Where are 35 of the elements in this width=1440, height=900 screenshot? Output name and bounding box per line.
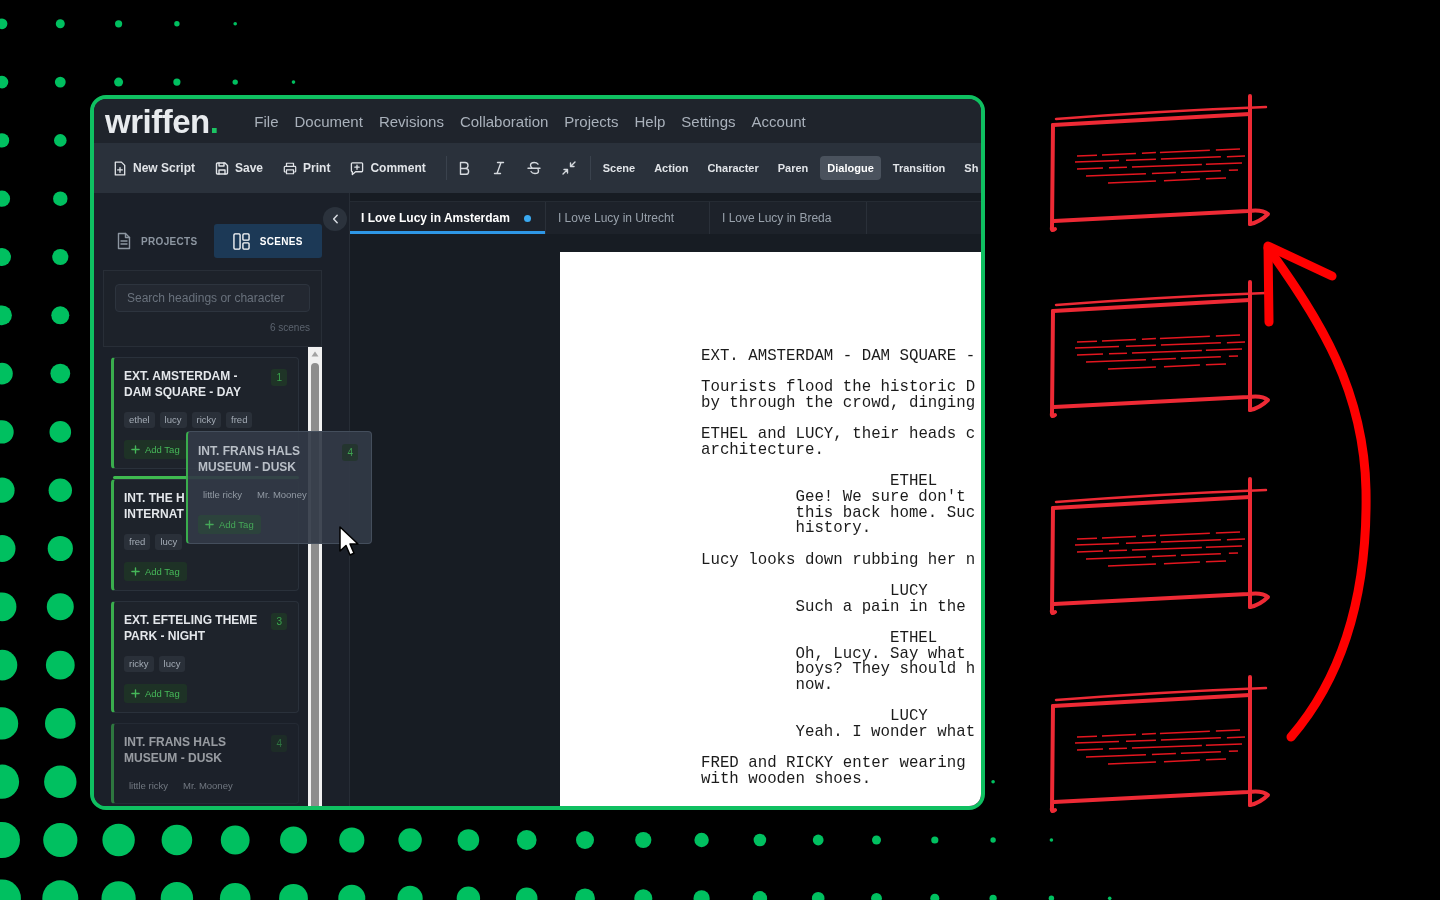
character-tag: Mr. Mooney bbox=[252, 487, 312, 503]
logo: wriffen. bbox=[105, 104, 219, 138]
scene-number: 4 bbox=[342, 444, 358, 461]
character-tag: lucy bbox=[155, 534, 183, 550]
character-name: ETHEL bbox=[890, 474, 938, 490]
character-tag: Mr. Mooney bbox=[178, 778, 238, 794]
scene-number: 3 bbox=[271, 613, 287, 630]
scene-number: 1 bbox=[271, 369, 287, 386]
scene-number: 4 bbox=[271, 735, 287, 752]
character-tag: fred bbox=[226, 412, 253, 428]
dialogue-text: Such a pain in the bbox=[795, 599, 966, 616]
action-text: Lucy looks down rubbing her n bbox=[701, 552, 976, 569]
character-tag: ricky bbox=[124, 656, 154, 672]
character-tag: little ricky bbox=[124, 778, 174, 794]
scene-title: INT. FRANS HALS MUSEUM - DUSK bbox=[124, 734, 227, 766]
character-name: LUCY bbox=[890, 709, 928, 725]
character-name: ETHEL bbox=[890, 631, 938, 647]
dialogue-text: Oh, Lucy. Say what boys? They should h now. bbox=[795, 646, 976, 694]
character-tag: lucy bbox=[159, 412, 187, 428]
scene-title: EXT. EFTELING THEME PARK - NIGHT bbox=[124, 612, 259, 644]
dialogue-text: Gee! We sure don't this back home. Suc history. bbox=[795, 490, 976, 537]
character-tag: lucy bbox=[158, 656, 186, 672]
dialogue-text: Yeah. I wonder what bbox=[795, 725, 976, 741]
character-name: LUCY bbox=[890, 584, 928, 600]
character-tag: ricky bbox=[191, 412, 222, 428]
character-tag: ethel bbox=[124, 412, 155, 428]
action-text: Tourists flood the historic D by through the crowd, dinging bbox=[701, 380, 976, 412]
action-text: ETHEL and LUCY, their heads c architecture. bbox=[701, 427, 976, 459]
character-tag: fred bbox=[124, 534, 151, 550]
character-tag: little ricky bbox=[198, 487, 248, 503]
scene-heading: EXT. AMSTERDAM - DAM SQUARE - bbox=[701, 349, 976, 365]
action-text: FRED and RICKY enter wearing with wooden shoes. bbox=[701, 756, 966, 788]
scene-title: EXT. AMSTERDAM - DAM SQUARE - DAY bbox=[124, 368, 242, 400]
scene-title: INT. THE H INTERNAT bbox=[124, 490, 185, 522]
scene-count: 6 scenes bbox=[269, 322, 310, 334]
